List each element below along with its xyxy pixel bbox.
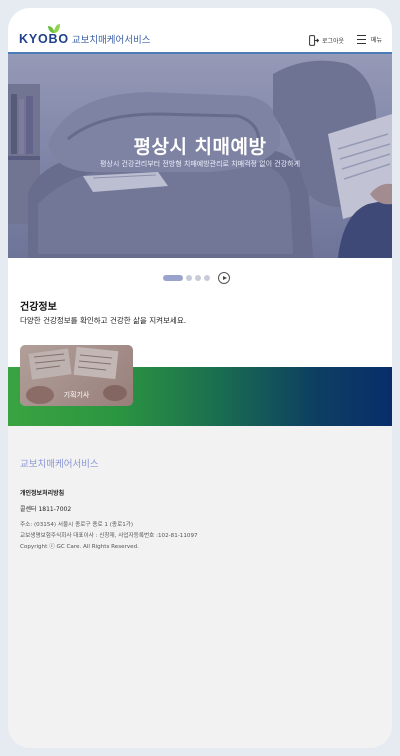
health-title: 건강정보 — [20, 302, 57, 313]
app-header: KYOBO 교보치매케어서비스 로그아웃 메뉴 — [8, 8, 392, 54]
hero-banner[interactable]: 평상시 치매예방 평상시 건강관리부터 전방형 치매예방관리로 치매걱정 없이 … — [8, 54, 392, 258]
service-name: 교보치매케어서비스 — [71, 35, 151, 46]
article-card[interactable]: 기획기사 — [20, 345, 133, 406]
logout-icon — [309, 35, 319, 46]
article-card-label: 기획기사 — [63, 391, 90, 399]
logout-button[interactable]: 로그아웃 — [309, 35, 344, 46]
play-icon[interactable] — [218, 272, 230, 284]
footer-address: 주소: (03154) 서울시 종로구 종로 1 (종로1가) — [20, 522, 134, 528]
logout-label: 로그아웃 — [322, 38, 345, 45]
hamburger-icon — [357, 35, 366, 44]
leaf-icon — [48, 24, 60, 33]
hero-title: 평상시 치매예방 — [133, 136, 267, 158]
footer-title: 교보치매케어서비스 — [20, 459, 99, 470]
footer-company: 교보생명보험주식회사 대표이사 : 신창재, 사업자등록번호 :102-81-1… — [20, 533, 198, 539]
hero-subtitle: 평상시 건강관리부터 전방형 치매예방관리로 치매걱정 없이 건강하게 — [99, 160, 301, 168]
kyobo-logo[interactable]: KYOBO 교보치매케어서비스 — [19, 24, 151, 46]
carousel-dot-1[interactable] — [163, 275, 183, 281]
health-description: 다양한 건강정보를 확인하고 건강한 삶을 지켜보세요. — [20, 316, 187, 325]
brand-name: KYOBO — [19, 32, 69, 46]
carousel-dot-2[interactable] — [186, 275, 192, 281]
privacy-policy-link[interactable]: 개인정보처리방침 — [20, 488, 64, 497]
menu-button[interactable]: 메뉴 — [357, 35, 382, 44]
call-center: 콜센터 1811-7002 — [20, 506, 72, 513]
footer-copyright: Copyright ⓒ GC Care. All Rights Reserved… — [20, 544, 139, 550]
carousel-dot-4[interactable] — [204, 275, 210, 281]
menu-label: 메뉴 — [371, 37, 383, 44]
carousel-dot-3[interactable] — [195, 275, 201, 281]
carousel-pager — [163, 272, 230, 284]
phone-frame: KYOBO 교보치매케어서비스 로그아웃 메뉴 평상시 치매예방 평상시 건강관… — [8, 8, 392, 748]
